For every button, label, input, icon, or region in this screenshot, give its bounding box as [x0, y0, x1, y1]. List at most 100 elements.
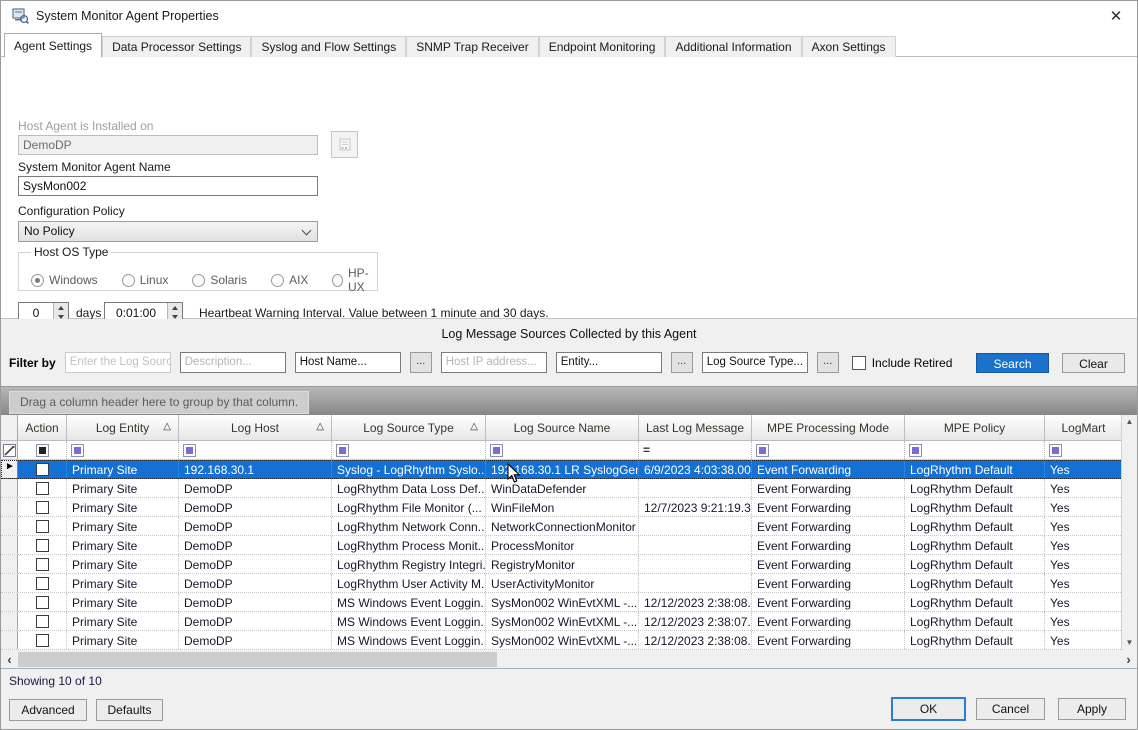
cell-action[interactable]	[18, 536, 67, 554]
row-checkbox[interactable]	[36, 615, 49, 628]
select-all-filter-icon[interactable]	[36, 444, 49, 457]
config-policy-select[interactable]: No Policy	[18, 221, 318, 242]
filter-cell-host[interactable]	[179, 441, 332, 459]
tab-agent-settings[interactable]: Agent Settings	[4, 33, 102, 58]
os-radio-windows[interactable]: Windows	[31, 273, 98, 287]
apply-button[interactable]: Apply	[1058, 698, 1126, 720]
table-row[interactable]: Primary SiteDemoDPLogRhythm User Activit…	[1, 574, 1137, 593]
filter-input-log-source-type[interactable]: Log Source Type...	[702, 352, 808, 373]
column-header-mode[interactable]: MPE Processing Mode	[752, 415, 905, 441]
cell-action[interactable]	[18, 498, 67, 516]
column-header-action[interactable]: Action	[18, 415, 67, 441]
tab-endpoint-monitoring[interactable]: Endpoint Monitoring	[539, 36, 666, 57]
column-filter-icon[interactable]	[490, 444, 503, 457]
column-filter-icon[interactable]	[183, 444, 196, 457]
equals-filter-icon[interactable]: =	[643, 443, 650, 457]
scroll-left-icon[interactable]: ‹	[1, 651, 18, 668]
cell-action[interactable]	[18, 517, 67, 535]
search-button[interactable]: Search	[976, 353, 1049, 373]
tab-snmp-trap-receiver[interactable]: SNMP Trap Receiver	[406, 36, 538, 57]
browse-button-entity-browse[interactable]: ...	[671, 352, 693, 373]
os-radio-aix[interactable]: AIX	[271, 273, 308, 287]
browse-button-host-name-browse[interactable]: ...	[410, 352, 432, 373]
tab-axon-settings[interactable]: Axon Settings	[802, 36, 896, 57]
row-checkbox[interactable]	[36, 520, 49, 533]
row-checkbox[interactable]	[36, 577, 49, 590]
vertical-scrollbar[interactable]: ▲ ▼	[1121, 415, 1137, 650]
clear-button[interactable]: Clear	[1062, 353, 1125, 373]
filter-cell-last[interactable]: =	[639, 441, 752, 459]
filter-input-host-name[interactable]: Host Name...	[295, 352, 401, 373]
filter-cell-logmart[interactable]	[1045, 441, 1123, 459]
horizontal-scroll-thumb[interactable]	[18, 652, 497, 667]
row-checkbox[interactable]	[36, 463, 49, 476]
include-retired-checkbox[interactable]	[852, 356, 866, 370]
filter-cell-entity[interactable]	[67, 441, 179, 459]
defaults-button[interactable]: Defaults	[96, 699, 163, 721]
column-header-name[interactable]: Log Source Name	[486, 415, 639, 441]
time-up-button[interactable]	[168, 303, 182, 313]
host-agent-browse-button[interactable]	[331, 131, 358, 158]
table-row[interactable]: Primary SiteDemoDPMS Windows Event Loggi…	[1, 631, 1137, 650]
column-header-last[interactable]: Last Log Message	[639, 415, 752, 441]
horizontal-scrollbar[interactable]: ‹ ›	[1, 650, 1137, 669]
filter-cell-action[interactable]	[18, 441, 67, 459]
filter-cell-mode[interactable]	[752, 441, 905, 459]
scroll-up-icon[interactable]: ▲	[1126, 417, 1134, 427]
column-header-host[interactable]: Log Host△	[179, 415, 332, 441]
table-row[interactable]: Primary SiteDemoDPLogRhythm Network Conn…	[1, 517, 1137, 536]
column-filter-icon[interactable]	[756, 444, 769, 457]
tab-additional-information[interactable]: Additional Information	[665, 36, 801, 57]
scroll-right-icon[interactable]: ›	[1120, 651, 1137, 668]
cancel-button[interactable]: Cancel	[976, 698, 1045, 720]
filter-input-description[interactable]: Description...	[180, 352, 286, 373]
filter-input-entity[interactable]: Entity...	[556, 352, 662, 373]
os-radio-linux[interactable]: Linux	[122, 273, 169, 287]
days-up-button[interactable]	[54, 303, 68, 313]
os-radio-hp-ux[interactable]: HP-UX	[332, 266, 377, 294]
row-checkbox[interactable]	[36, 501, 49, 514]
cell-action[interactable]	[18, 593, 67, 611]
tab-syslog-and-flow-settings[interactable]: Syslog and Flow Settings	[251, 36, 406, 57]
os-radio-label: AIX	[289, 273, 308, 287]
cell-action[interactable]	[18, 555, 67, 573]
edit-filter-cell[interactable]	[1, 441, 18, 459]
table-row[interactable]: Primary SiteDemoDPLogRhythm File Monitor…	[1, 498, 1137, 517]
cell-action[interactable]	[18, 460, 67, 478]
browse-button-log-source-type-browse[interactable]: ...	[817, 352, 839, 373]
row-checkbox[interactable]	[36, 482, 49, 495]
row-checkbox[interactable]	[36, 539, 49, 552]
table-row[interactable]: Primary SiteDemoDPLogRhythm Data Loss De…	[1, 479, 1137, 498]
column-header-logmart[interactable]: LogMart	[1045, 415, 1123, 441]
cell-action[interactable]	[18, 631, 67, 649]
column-filter-icon[interactable]	[71, 444, 84, 457]
table-row[interactable]: Primary SiteDemoDPLogRhythm Registry Int…	[1, 555, 1137, 574]
row-checkbox[interactable]	[36, 634, 49, 647]
table-row[interactable]: ►Primary Site192.168.30.1Syslog - LogRhy…	[1, 460, 1137, 479]
table-row[interactable]: Primary SiteDemoDPMS Windows Event Loggi…	[1, 612, 1137, 631]
cell-action[interactable]	[18, 612, 67, 630]
scroll-down-icon[interactable]: ▼	[1126, 638, 1134, 648]
table-row[interactable]: Primary SiteDemoDPMS Windows Event Loggi…	[1, 593, 1137, 612]
column-header-policy[interactable]: MPE Policy	[905, 415, 1045, 441]
column-filter-icon[interactable]	[336, 444, 349, 457]
filter-input-host-ip[interactable]: Host IP address...	[441, 352, 547, 373]
ok-button[interactable]: OK	[891, 697, 966, 721]
column-filter-icon[interactable]	[909, 444, 922, 457]
cell-action[interactable]	[18, 574, 67, 592]
tab-data-processor-settings[interactable]: Data Processor Settings	[102, 36, 251, 57]
column-header-type[interactable]: Log Source Type△	[332, 415, 486, 441]
filter-cell-name[interactable]	[486, 441, 639, 459]
row-checkbox[interactable]	[36, 558, 49, 571]
close-icon[interactable]: ✕	[1105, 7, 1127, 25]
agent-name-input[interactable]: SysMon002	[18, 176, 318, 196]
column-filter-icon[interactable]	[1049, 444, 1062, 457]
column-header-entity[interactable]: Log Entity△	[67, 415, 179, 441]
advanced-button[interactable]: Advanced	[9, 699, 87, 721]
filter-cell-type[interactable]	[332, 441, 486, 459]
table-row[interactable]: Primary SiteDemoDPLogRhythm Process Moni…	[1, 536, 1137, 555]
os-radio-solaris[interactable]: Solaris	[192, 273, 247, 287]
filter-cell-policy[interactable]	[905, 441, 1045, 459]
row-checkbox[interactable]	[36, 596, 49, 609]
cell-action[interactable]	[18, 479, 67, 497]
